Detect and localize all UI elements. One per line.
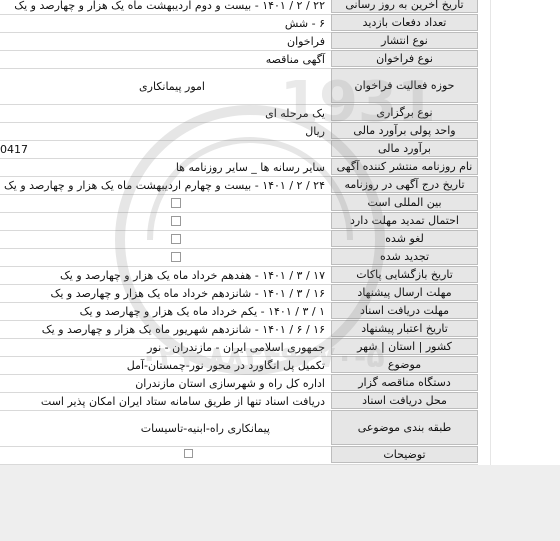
table-row: فراخوان نوع انتشار xyxy=(0,32,478,51)
row-label: نوع فراخوان xyxy=(331,50,478,67)
flag-checkbox[interactable] xyxy=(171,234,181,244)
row-value: ۱۶ / ۳ / ۱۴۰۱ - شانزدهم خرداد ماه یک هزا… xyxy=(0,284,331,302)
row-value: فراخوان xyxy=(0,32,331,50)
row-value-text: ۶ - شش xyxy=(284,16,325,30)
table-row: یک مرحله ای نوع برگزاری xyxy=(0,104,478,123)
row-value-text: 0417 xyxy=(0,142,28,156)
row-value: 0417 xyxy=(0,140,331,158)
row-label: موضوع xyxy=(331,356,478,373)
row-value-text: یک مرحله ای xyxy=(265,106,325,120)
row-label: تاریخ بازگشایی پاکات xyxy=(331,266,478,283)
row-label: محل دریافت اسناد xyxy=(331,392,478,409)
row-value-text: ۱۷ / ۳ / ۱۴۰۱ - هفدهم خرداد ماه یک هزار … xyxy=(59,268,325,282)
table-row: دریافت اسناد تنها از طریق سامانه ستاد ای… xyxy=(0,392,478,411)
row-value xyxy=(0,446,331,464)
row-value-text: اداره کل راه و شهرسازی استان مازندران xyxy=(135,376,325,390)
table-row: 0417 برآورد مالی xyxy=(0,140,478,159)
row-label: دستگاه مناقصه گزار xyxy=(331,374,478,391)
row-value: پیمانکاری راه-ابنیه-تاسیسات xyxy=(0,410,331,446)
row-value: ۲۴ / ۲ / ۱۴۰۱ - بیست و چهارم اردیبهشت ما… xyxy=(0,176,331,194)
table-row: ۲۲ / ۲ / ۱۴۰۱ - بیست و دوم اردیبهشت ماه … xyxy=(0,0,478,15)
table-row: ۲۴ / ۲ / ۱۴۰۱ - بیست و چهارم اردیبهشت ما… xyxy=(0,176,478,195)
row-value: ۱ / ۳ / ۱۴۰۱ - یکم خرداد ماه یک هزار و چ… xyxy=(0,302,331,320)
table-row: امور پیمانکاری حوزه فعالیت فراخوان xyxy=(0,68,478,105)
row-value: سایر رسانه ها _ سایر روزنامه ها xyxy=(0,158,331,176)
row-label: تاریخ اعتبار پیشنهاد xyxy=(331,320,478,337)
row-value xyxy=(0,194,331,212)
row-value-text: ۲۴ / ۲ / ۱۴۰۱ - بیست و چهارم اردیبهشت ما… xyxy=(3,178,325,192)
row-value-text: ۱ / ۳ / ۱۴۰۱ - یکم خرداد ماه یک هزار و چ… xyxy=(79,304,325,318)
row-label: نوع انتشار xyxy=(331,32,478,49)
table-row: پیمانکاری راه-ابنیه-تاسیسات طبقه بندی موض… xyxy=(0,410,478,447)
row-value-text: ۱۶ / ۳ / ۱۴۰۱ - شانزدهم خرداد ماه یک هزا… xyxy=(50,286,325,300)
row-value-text: پیمانکاری راه-ابنیه-تاسیسات xyxy=(140,421,270,435)
row-value: جمهوری اسلامی ایران - مازندران - نور xyxy=(0,338,331,356)
row-value: ۶ - شش xyxy=(0,14,331,32)
table-row: لغو شده xyxy=(0,230,478,249)
table-row: ۶ - شش تعداد دفعات بازدید xyxy=(0,14,478,33)
row-label: تعداد دفعات بازدید xyxy=(331,14,478,31)
row-value: یک مرحله ای xyxy=(0,104,331,122)
flag-checkbox[interactable] xyxy=(171,198,181,208)
row-label: تاریخ درج آگهی در روزنامه xyxy=(331,176,478,193)
right-sidebar xyxy=(490,0,560,465)
row-value-text: امور پیمانکاری xyxy=(139,79,205,93)
table-row: ۱ / ۳ / ۱۴۰۱ - یکم خرداد ماه یک هزار و چ… xyxy=(0,302,478,321)
row-value: تکمیل پل انگاورد در محور نور-چمستان-آمل xyxy=(0,356,331,374)
row-value: امور پیمانکاری xyxy=(0,68,331,104)
row-label: بین المللی است xyxy=(331,194,478,211)
content-panel: ۲۲ / ۲ / ۱۴۰۱ - بیست و دوم اردیبهشت ماه … xyxy=(0,0,490,465)
row-value-text: آگهی مناقصه xyxy=(265,52,325,66)
table-row: سایر رسانه ها _ سایر روزنامه ها نام روزنا… xyxy=(0,158,478,177)
table-row: اداره کل راه و شهرسازی استان مازندران دست… xyxy=(0,374,478,393)
table-row: ریال واحد پولی برآورد مالی xyxy=(0,122,478,141)
table-row: جمهوری اسلامی ایران - مازندران - نور کشور… xyxy=(0,338,478,357)
row-value: ۱۷ / ۳ / ۱۴۰۱ - هفدهم خرداد ماه یک هزار … xyxy=(0,266,331,284)
row-label: کشور | استان | شهر xyxy=(331,338,478,355)
row-label: احتمال تمدید مهلت دارد xyxy=(331,212,478,229)
row-label: لغو شده xyxy=(331,230,478,247)
row-label: نام روزنامه منتشر کننده آگهی xyxy=(331,158,478,175)
row-value xyxy=(0,248,331,266)
row-value: اداره کل راه و شهرسازی استان مازندران xyxy=(0,374,331,392)
row-label: مهلت دریافت اسناد xyxy=(331,302,478,319)
row-value-text: سایر رسانه ها _ سایر روزنامه ها xyxy=(175,160,325,174)
row-label: تجدید شده xyxy=(331,248,478,265)
table-row: احتمال تمدید مهلت دارد xyxy=(0,212,478,231)
footer-checkbox[interactable] xyxy=(184,449,193,458)
row-value: ۱۶ / ۶ / ۱۴۰۱ - شانزدهم شهریور ماه یک هز… xyxy=(0,320,331,338)
flag-checkbox[interactable] xyxy=(171,216,181,226)
row-value-text: ریال xyxy=(305,124,325,138)
row-label: برآورد مالی xyxy=(331,140,478,157)
row-value-text: ۲۲ / ۲ / ۱۴۰۱ - بیست و دوم اردیبهشت ماه … xyxy=(14,0,325,12)
row-label: نوع برگزاری xyxy=(331,104,478,121)
row-value: ۲۲ / ۲ / ۱۴۰۱ - بیست و دوم اردیبهشت ماه … xyxy=(0,0,331,14)
row-value xyxy=(0,212,331,230)
row-value-text: فراخوان xyxy=(286,34,325,48)
row-value-text: جمهوری اسلامی ایران - مازندران - نور xyxy=(147,340,325,354)
row-value: آگهی مناقصه xyxy=(0,50,331,68)
table-row: تکمیل پل انگاورد در محور نور-چمستان-آمل م… xyxy=(0,356,478,375)
row-label: طبقه بندی موضوعی xyxy=(331,410,478,445)
flag-checkbox[interactable] xyxy=(171,252,181,262)
table-row: توضیحات xyxy=(0,446,478,465)
row-label: واحد پولی برآورد مالی xyxy=(331,122,478,139)
table-row: آگهی مناقصه نوع فراخوان xyxy=(0,50,478,69)
row-label: توضیحات xyxy=(331,446,478,463)
row-label: حوزه فعالیت فراخوان xyxy=(331,68,478,103)
table-row: بین المللی است xyxy=(0,194,478,213)
table-row: تجدید شده xyxy=(0,248,478,267)
row-value: ریال xyxy=(0,122,331,140)
row-label: مهلت ارسال پیشنهاد xyxy=(331,284,478,301)
table-row: ۱۶ / ۶ / ۱۴۰۱ - شانزدهم شهریور ماه یک هز… xyxy=(0,320,478,339)
row-value-text: ۱۶ / ۶ / ۱۴۰۱ - شانزدهم شهریور ماه یک هز… xyxy=(41,322,325,336)
row-value xyxy=(0,230,331,248)
row-value-text: دریافت اسناد تنها از طریق سامانه ستاد ای… xyxy=(40,394,325,408)
table-row: ۱۷ / ۳ / ۱۴۰۱ - هفدهم خرداد ماه یک هزار … xyxy=(0,266,478,285)
table-row: ۱۶ / ۳ / ۱۴۰۱ - شانزدهم خرداد ماه یک هزا… xyxy=(0,284,478,303)
row-label: تاریخ آخرین به روز رسانی xyxy=(331,0,478,13)
row-value: دریافت اسناد تنها از طریق سامانه ستاد ای… xyxy=(0,392,331,410)
row-value-text: تکمیل پل انگاورد در محور نور-چمستان-آمل xyxy=(126,358,325,372)
